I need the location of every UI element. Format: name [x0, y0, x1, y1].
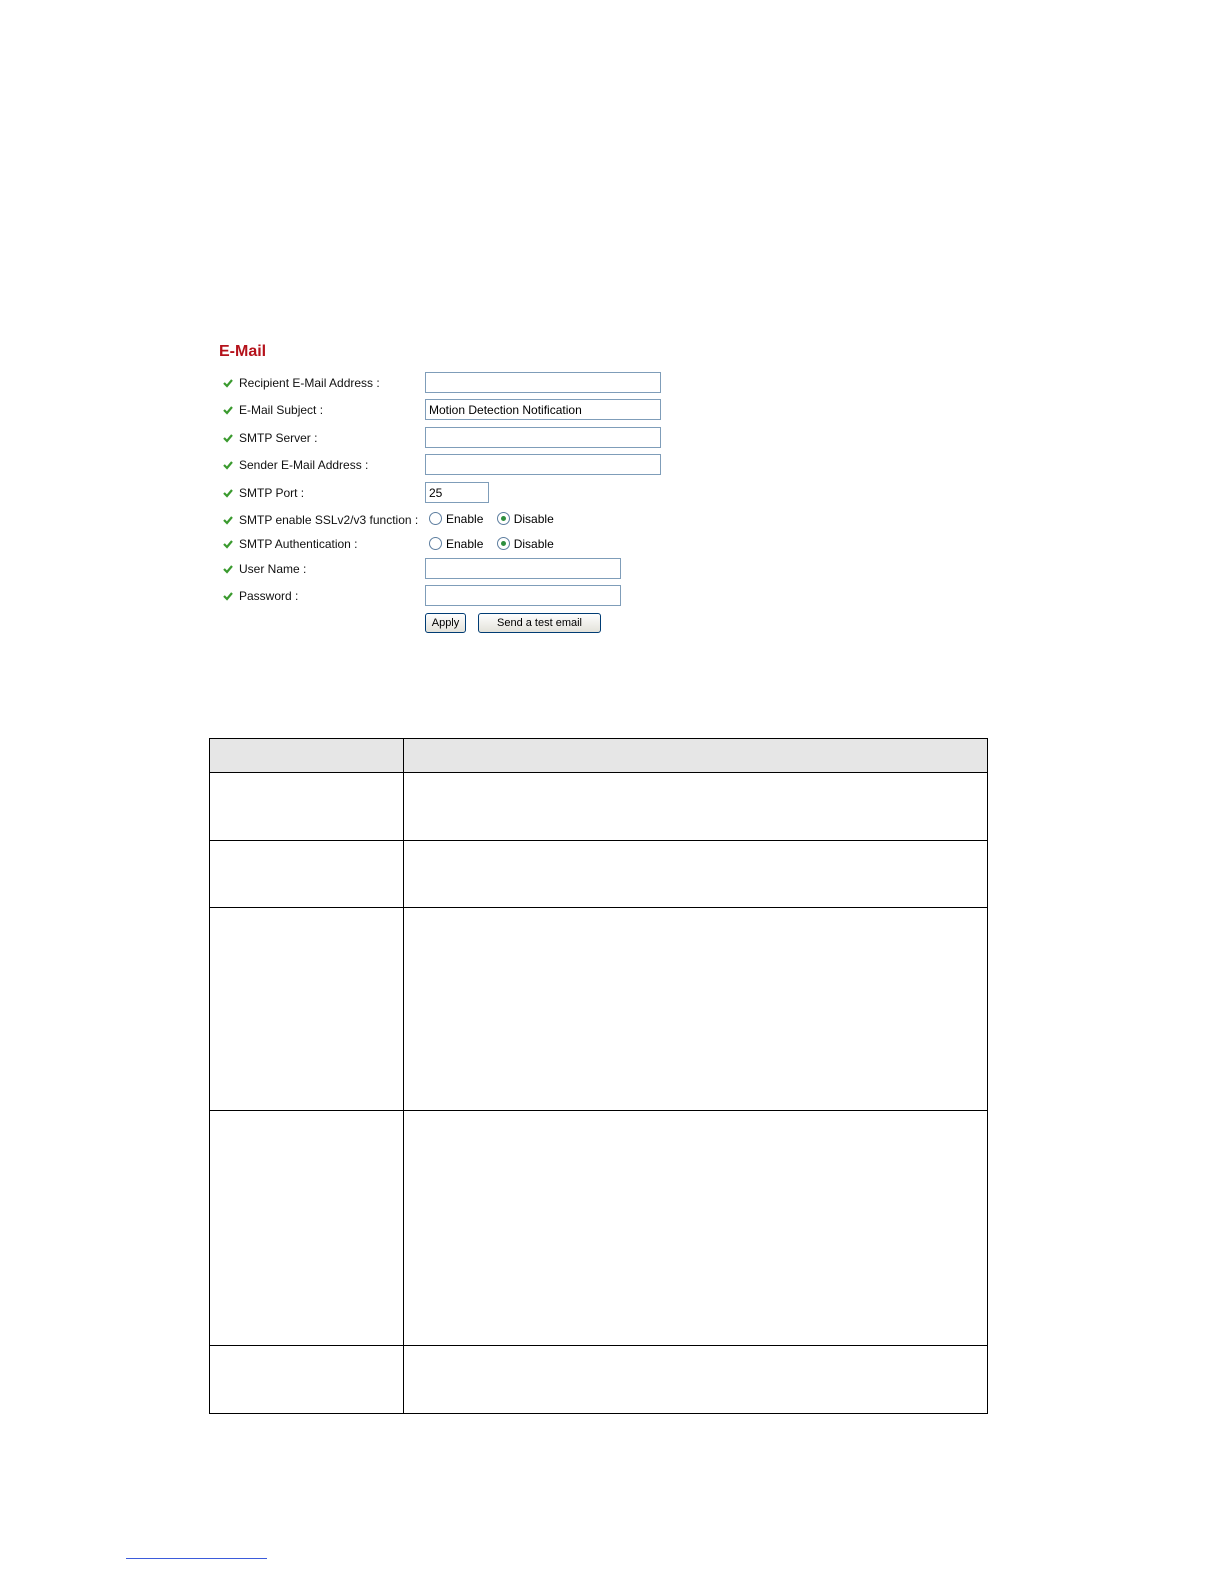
username-label: User Name : [239, 562, 307, 576]
green-check-icon [223, 540, 233, 549]
auth-enable-option[interactable]: Enable [429, 536, 483, 551]
auth-enable-radio[interactable] [429, 537, 442, 551]
ssl-enable-label: Enable [446, 511, 484, 526]
table-header-row [209, 738, 988, 773]
green-check-icon [223, 406, 233, 415]
table-header-cell [403, 738, 988, 773]
ssl-enable-radio[interactable] [429, 512, 442, 526]
table-cell [209, 840, 404, 908]
smtp-server-row: SMTP Server : [223, 427, 679, 449]
table-cell [209, 1110, 404, 1346]
subject-row: E-Mail Subject : [223, 399, 679, 421]
ssl-disable-label: Disable [513, 511, 554, 526]
recipient-row: Recipient E-Mail Address : [223, 372, 679, 394]
auth-disable-radio[interactable] [496, 537, 510, 551]
table-row [209, 1345, 988, 1414]
green-check-icon [223, 434, 233, 443]
green-check-icon [223, 489, 233, 498]
recipient-label: Recipient E-Mail Address : [239, 376, 380, 390]
green-check-icon [223, 379, 233, 388]
auth-enable-label: Enable [446, 536, 484, 551]
smtp-port-label: SMTP Port : [239, 486, 305, 500]
table-row [209, 772, 988, 841]
sender-label: Sender E-Mail Address : [239, 458, 369, 472]
password-row: Password : [223, 585, 679, 607]
auth-disable-option[interactable]: Disable [496, 536, 554, 551]
table-cell [403, 1345, 988, 1414]
ssl-disable-radio[interactable] [496, 512, 510, 526]
send-test-email-button[interactable]: Send a test email [478, 613, 601, 633]
table-row [209, 907, 988, 1111]
subject-label: E-Mail Subject : [239, 403, 324, 417]
email-subject-input[interactable] [425, 399, 661, 420]
sender-email-input[interactable] [425, 454, 661, 475]
description-table [209, 738, 988, 1414]
green-check-icon [223, 516, 233, 525]
green-check-icon [223, 565, 233, 574]
table-cell [209, 1345, 404, 1414]
ssl-row: SMTP enable SSLv2/v3 function : Enable D… [223, 509, 679, 531]
table-row [209, 1110, 988, 1346]
recipient-email-input[interactable] [425, 372, 661, 393]
password-input[interactable] [425, 585, 621, 606]
table-cell [209, 907, 404, 1111]
username-row: User Name : [223, 558, 679, 580]
footer-divider [126, 1558, 267, 1559]
auth-row: SMTP Authentication : Enable Disable [223, 533, 679, 555]
auth-radio-group: Enable Disable [429, 536, 564, 551]
table-cell [209, 772, 404, 841]
panel-title: E-Mail [219, 343, 267, 360]
smtp-port-input[interactable] [425, 482, 489, 503]
apply-button[interactable]: Apply [425, 613, 466, 633]
table-cell [403, 907, 988, 1111]
ssl-label: SMTP enable SSLv2/v3 function : [239, 513, 419, 527]
green-check-icon [223, 461, 233, 470]
auth-disable-label: Disable [513, 536, 554, 551]
table-header-cell [209, 738, 404, 773]
green-check-icon [223, 592, 233, 601]
table-cell [403, 840, 988, 908]
ssl-radio-group: Enable Disable [429, 511, 564, 526]
username-input[interactable] [425, 558, 621, 579]
table-row [209, 840, 988, 908]
sender-row: Sender E-Mail Address : [223, 454, 679, 476]
table-cell [403, 772, 988, 841]
ssl-enable-option[interactable]: Enable [429, 511, 483, 526]
smtp-server-input[interactable] [425, 427, 661, 448]
button-row: Apply Send a test email [223, 613, 679, 635]
password-label: Password : [239, 589, 299, 603]
smtp-server-label: SMTP Server : [239, 431, 318, 445]
table-cell [403, 1110, 988, 1346]
smtp-port-row: SMTP Port : [223, 482, 679, 504]
auth-label: SMTP Authentication : [239, 537, 358, 551]
ssl-disable-option[interactable]: Disable [496, 511, 554, 526]
